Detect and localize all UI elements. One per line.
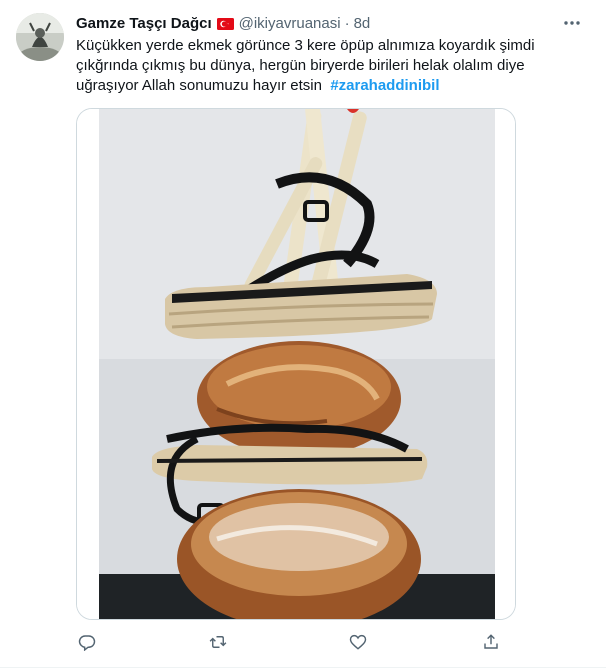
hashtag-link[interactable]: #zarahaddinibil [330, 77, 439, 94]
avatar-image [16, 13, 64, 61]
timestamp[interactable]: 8d [354, 15, 371, 32]
like-button[interactable] [341, 626, 375, 658]
more-options-button[interactable] [558, 11, 586, 35]
tweet-text-line: uğraşıyor Allah sonumuzu hayır etsin #za… [76, 76, 576, 96]
retweet-icon [209, 636, 227, 648]
tweet[interactable]: Gamze Taşçı Dağcı @ikiyavruanasi · 8d Kü… [0, 0, 606, 668]
like-icon [349, 634, 367, 650]
photo-bread-sandals [77, 109, 515, 619]
tweet-text-segment: uğraşıyor Allah sonumuzu hayır etsin [76, 77, 322, 94]
tweet-header: Gamze Taşçı Dağcı @ikiyavruanasi · 8d [76, 13, 370, 33]
share-icon [484, 634, 498, 649]
tweet-text-line: çıkğrında çıkmış bu dünya, hergün biryer… [76, 57, 525, 74]
reply-button[interactable] [70, 626, 104, 658]
share-button[interactable] [474, 626, 508, 658]
tweet-media[interactable] [76, 108, 516, 620]
avatar[interactable] [16, 13, 64, 61]
display-name[interactable]: Gamze Taşçı Dağcı [76, 15, 212, 32]
tweet-text-line: Küçükken yerde ekmek görünce 3 kere öpüp… [76, 37, 535, 54]
more-horizontal-icon [564, 21, 580, 25]
user-handle[interactable]: @ikiyavruanasi [239, 15, 341, 32]
tweet-actions [70, 626, 510, 658]
retweet-button[interactable] [201, 626, 235, 658]
turkey-flag-icon [216, 17, 234, 30]
separator-dot: · [344, 14, 350, 32]
reply-icon [78, 635, 96, 651]
tweet-text: Küçükken yerde ekmek görünce 3 kere öpüp… [76, 36, 576, 96]
